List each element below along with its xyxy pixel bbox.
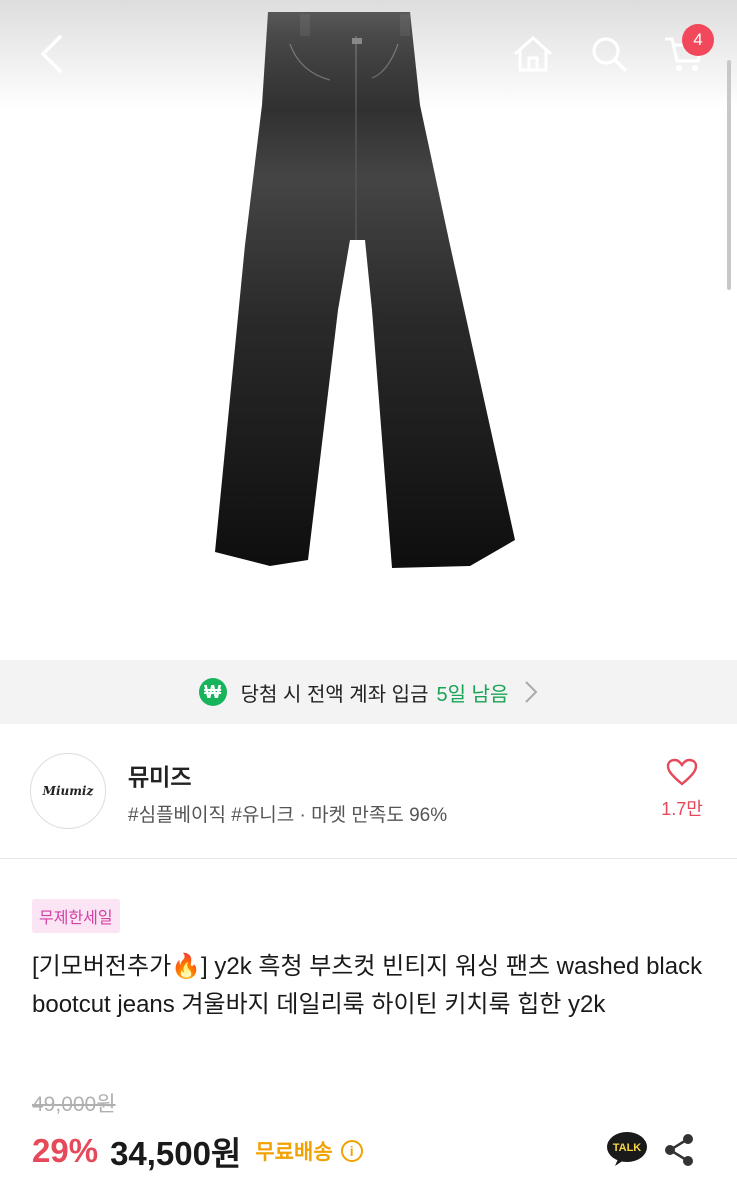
share-icon[interactable] bbox=[662, 1133, 696, 1167]
scroll-indicator bbox=[727, 60, 731, 290]
favorite-button[interactable]: 1.7만 bbox=[650, 758, 714, 821]
sale-badge: 무제한세일 bbox=[32, 899, 120, 933]
back-arrow-icon bbox=[40, 34, 63, 74]
banner-text: 당첨 시 전액 계좌 입금 bbox=[240, 683, 429, 706]
favorite-count: 1.7만 bbox=[661, 799, 703, 819]
shop-tags: #심플베이직 #유니크 · 마켓 만족도 96% bbox=[128, 805, 448, 826]
cart-count-badge: 4 bbox=[682, 24, 714, 56]
kakao-talk-label: TALK bbox=[613, 1142, 642, 1154]
home-button[interactable] bbox=[509, 30, 557, 78]
heart-icon bbox=[666, 758, 698, 786]
kakao-talk-button[interactable]: TALK bbox=[606, 1131, 648, 1167]
search-button[interactable] bbox=[585, 30, 633, 78]
discount-rate: 29% bbox=[32, 1132, 99, 1169]
home-icon bbox=[514, 35, 552, 72]
shop-logo[interactable]: Miumiz bbox=[30, 753, 106, 829]
chevron-right-icon bbox=[525, 681, 538, 703]
price-row: 29% 34,500원 무료배송 i bbox=[32, 1128, 363, 1174]
product-title: [기모버전추가🔥] y2k 흑청 부츠컷 빈티지 워싱 팬츠 washed bl… bbox=[32, 953, 703, 1018]
won-icon: ₩ bbox=[198, 678, 227, 706]
free-shipping-label: 무료배송 bbox=[255, 1141, 333, 1164]
banner-days-left: 5일 남음 bbox=[436, 683, 509, 706]
original-price: 49,000원 bbox=[32, 1093, 116, 1116]
back-button[interactable] bbox=[28, 30, 76, 78]
search-icon bbox=[592, 37, 628, 73]
info-icon[interactable]: i bbox=[340, 1140, 363, 1162]
sale-price: 34,500원 bbox=[110, 1135, 242, 1172]
lottery-banner[interactable]: ₩ 당첨 시 전액 계좌 입금 5일 남음 bbox=[0, 660, 737, 724]
product-image-area[interactable]: 4 bbox=[0, 0, 737, 660]
shop-name[interactable]: 뮤미즈 bbox=[128, 758, 191, 792]
shop-info[interactable]: Miumiz 뮤미즈 #심플베이직 #유니크 · 마켓 만족도 96% 1.7만 bbox=[0, 724, 737, 859]
